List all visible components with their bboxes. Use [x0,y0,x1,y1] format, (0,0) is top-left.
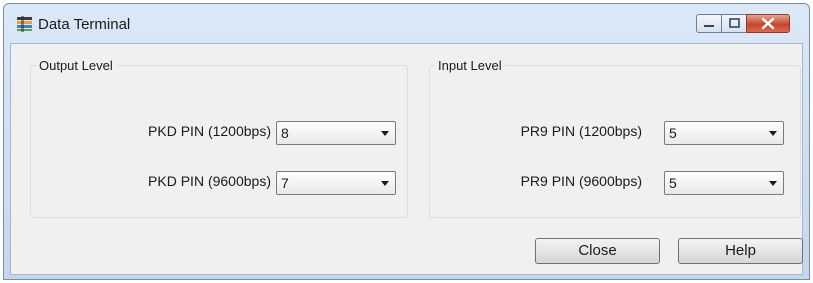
close-icon [747,17,789,36]
chevron-down-icon [381,131,389,136]
pkd-pin-1200-select[interactable]: 8 [276,121,396,145]
pkd-pin-1200-value: 8 [281,125,289,141]
dialog-client-area: Output Level PKD PIN (1200bps) 8 PKD PIN… [10,43,803,275]
close-window-button[interactable] [746,14,790,33]
pr9-pin-1200-select[interactable]: 5 [664,121,784,145]
chevron-down-icon [769,131,777,136]
help-button[interactable]: Help [678,238,803,264]
pkd-pin-1200-label: PKD PIN (1200bps) [148,123,271,139]
pr9-pin-1200-value: 5 [669,125,677,141]
minimize-icon [697,19,721,36]
chevron-down-icon [769,181,777,186]
window-title: Data Terminal [38,16,131,33]
chevron-down-icon [381,181,389,186]
pr9-pin-1200-label: PR9 PIN (1200bps) [520,123,642,139]
data-terminal-window: Data Terminal Output Level PKD PIN (1200… [3,3,810,280]
pkd-pin-9600-select[interactable]: 7 [276,171,396,195]
output-level-group: Output Level PKD PIN (1200bps) 8 PKD PIN… [30,58,408,218]
input-level-group: Input Level PR9 PIN (1200bps) 5 PR9 PIN … [429,58,801,218]
pkd-pin-9600-value: 7 [281,175,289,191]
maximize-icon [722,18,746,36]
close-button[interactable]: Close [535,238,660,264]
title-bar[interactable]: Data Terminal [4,4,809,44]
pr9-pin-9600-label: PR9 PIN (9600bps) [520,173,642,189]
minimize-button[interactable] [696,14,722,33]
maximize-button[interactable] [721,14,747,33]
data-terminal-icon [16,16,33,32]
pr9-pin-9600-value: 5 [669,175,677,191]
pkd-pin-9600-label: PKD PIN (9600bps) [148,173,271,189]
input-level-legend: Input Level [438,58,502,73]
output-level-legend: Output Level [39,58,113,73]
pr9-pin-9600-select[interactable]: 5 [664,171,784,195]
